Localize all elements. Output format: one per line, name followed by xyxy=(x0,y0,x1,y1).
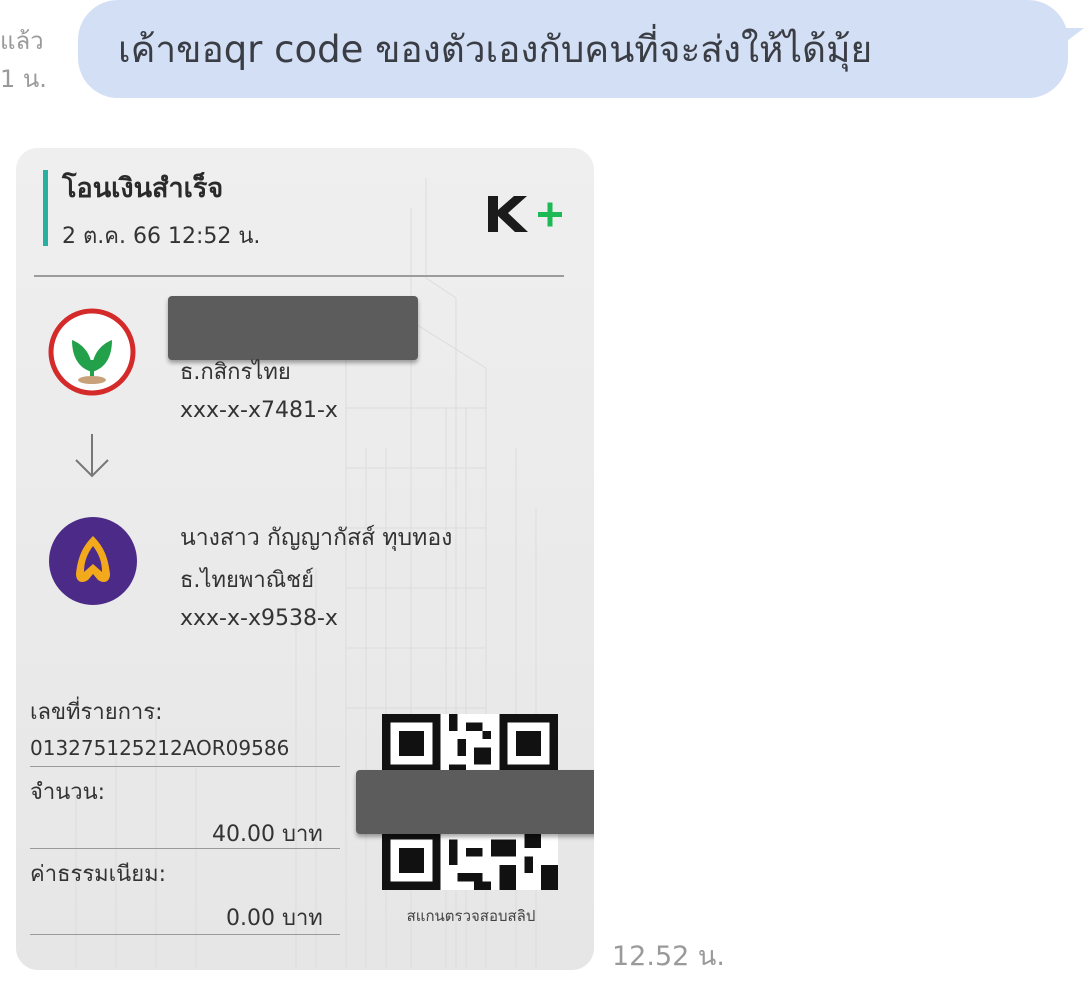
redaction-qr xyxy=(356,770,594,834)
receiver-name: นางสาว กัญญากัสส์ ทุบทอง xyxy=(180,525,453,551)
kplus-logo xyxy=(488,196,562,232)
amount-label: จำนวน: xyxy=(30,780,106,805)
reference-label: เลขที่รายการ: xyxy=(30,700,163,725)
slip-divider xyxy=(34,275,564,277)
slip-title: โอนเงินสำเร็จ xyxy=(62,173,224,204)
chat-bubble[interactable]: เค้าขอqr code ของตัวเองกับคนที่จะส่งให้ไ… xyxy=(78,0,1068,98)
row-divider xyxy=(30,848,340,849)
receiver-bank: ธ.ไทยพาณิชย์ xyxy=(180,568,314,593)
transfer-slip-image[interactable]: โอนเงินสำเร็จ 2 ต.ค. 66 12:52 น. ธ.กสิกร… xyxy=(16,148,594,970)
row-divider xyxy=(30,934,340,935)
read-status: แล้ว 1 น. xyxy=(0,27,47,93)
amount-value: 40.00 บาท xyxy=(212,822,323,847)
arrow-down-icon xyxy=(75,434,109,478)
fee-label: ค่าธรรมเนียม: xyxy=(30,862,166,887)
row-divider xyxy=(30,766,340,767)
chat-bubble-tail xyxy=(1050,28,1084,54)
slip-accent-bar xyxy=(43,170,48,246)
message-timestamp: 12.52 น. xyxy=(612,941,725,972)
kbank-leaf-icon xyxy=(48,308,136,396)
scb-icon xyxy=(49,517,137,605)
redaction-sender-name xyxy=(168,296,418,360)
fee-value: 0.00 บาท xyxy=(226,906,323,931)
chat-message-text: เค้าขอqr code ของตัวเองกับคนที่จะส่งให้ไ… xyxy=(118,27,873,71)
slip-datetime: 2 ต.ค. 66 12:52 น. xyxy=(62,224,261,249)
sender-bank: ธ.กสิกรไทย xyxy=(180,360,291,385)
qr-caption: สแกนตรวจสอบสลิป xyxy=(406,907,536,925)
sender-account: xxx-x-x7481-x xyxy=(180,398,338,423)
receiver-account: xxx-x-x9538-x xyxy=(180,606,338,631)
reference-value: 013275125212AOR09586 xyxy=(30,736,290,760)
